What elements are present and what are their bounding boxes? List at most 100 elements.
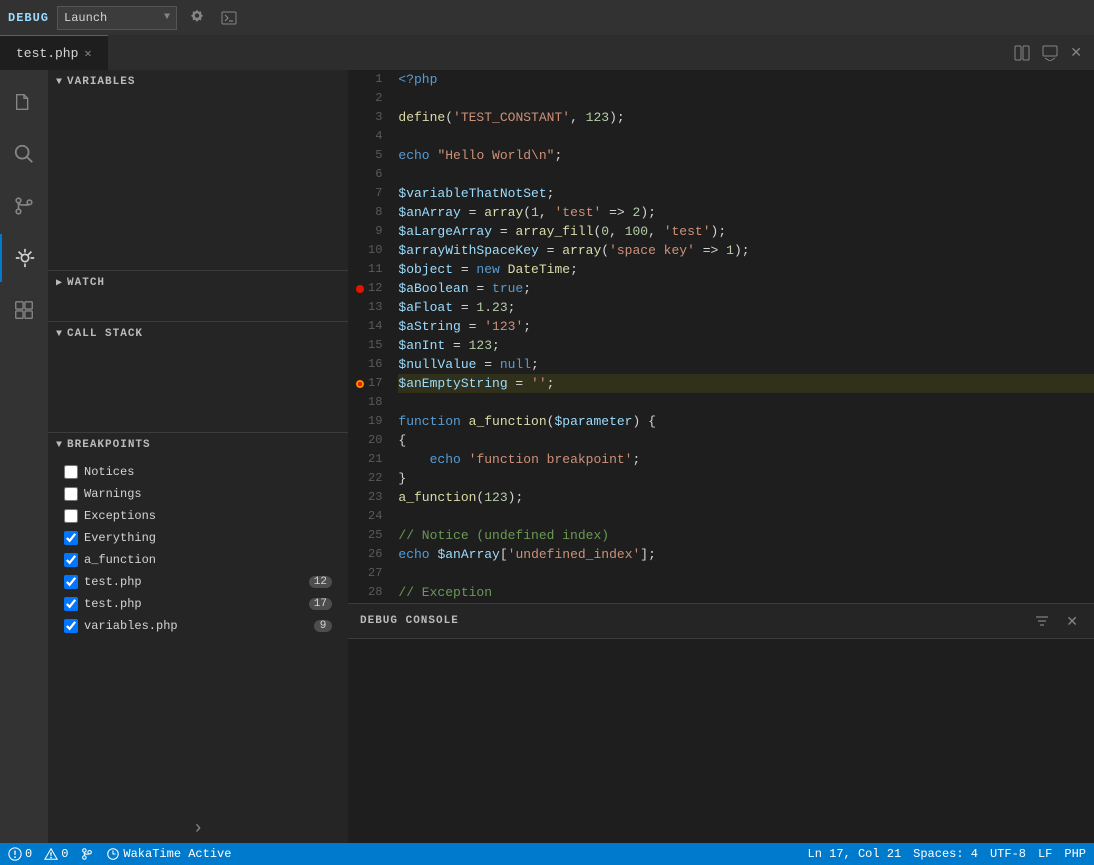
code-line-15[interactable]: $anInt = 123; xyxy=(398,336,1094,355)
breakpoint-checkbox-bp-warnings[interactable] xyxy=(64,487,78,501)
current-breakpoint-dot-17 xyxy=(356,380,364,388)
code-line-3[interactable]: define('TEST_CONSTANT', 123); xyxy=(398,108,1094,127)
launch-dropdown[interactable]: test.php Launch ▼ xyxy=(57,6,177,30)
watch-header[interactable]: ▶ WATCH xyxy=(48,271,348,295)
code-line-16[interactable]: $nullValue = null; xyxy=(398,355,1094,374)
activity-bar xyxy=(0,70,48,843)
code-line-12[interactable]: $aBoolean = true; xyxy=(398,279,1094,298)
activity-git[interactable] xyxy=(0,182,48,230)
code-line-8[interactable]: $anArray = array(1, 'test' => 2); xyxy=(398,203,1094,222)
status-language[interactable]: PHP xyxy=(1064,847,1086,861)
code-line-19[interactable]: function a_function($parameter) { xyxy=(398,412,1094,431)
code-line-27[interactable] xyxy=(398,564,1094,583)
code-line-26[interactable]: echo $anArray['undefined_index']; xyxy=(398,545,1094,564)
line-number-8: 8 xyxy=(356,203,382,222)
variables-header[interactable]: ▼ VARIABLES xyxy=(48,70,348,94)
code-line-25[interactable]: // Notice (undefined index) xyxy=(398,526,1094,545)
line-ending-label: LF xyxy=(1038,847,1052,861)
status-spaces[interactable]: Spaces: 4 xyxy=(913,847,978,861)
activity-debug[interactable] xyxy=(0,234,48,282)
line-number-10: 10 xyxy=(356,241,382,260)
console-title: DEBUG CONSOLE xyxy=(360,615,459,627)
breakpoint-checkbox-bp-notices[interactable] xyxy=(64,465,78,479)
console-actions: ✕ xyxy=(1030,611,1082,632)
code-line-5[interactable]: echo "Hello World\n"; xyxy=(398,146,1094,165)
callstack-label: CALL STACK xyxy=(67,328,143,340)
close-editor-button[interactable]: ✕ xyxy=(1066,42,1086,63)
breakpoint-label-bp-everything: Everything xyxy=(84,531,156,545)
line-number-14: 14 xyxy=(356,317,382,336)
code-line-22[interactable]: } xyxy=(398,469,1094,488)
status-warnings[interactable]: 0 xyxy=(44,847,68,861)
code-lines[interactable]: <?php define('TEST_CONSTANT', 123); echo… xyxy=(394,70,1094,603)
code-line-4[interactable] xyxy=(398,127,1094,146)
activity-files[interactable] xyxy=(0,78,48,126)
code-line-2[interactable] xyxy=(398,89,1094,108)
code-line-13[interactable]: $aFloat = 1.23; xyxy=(398,298,1094,317)
watch-label: WATCH xyxy=(67,277,105,289)
breakpoint-item-bp-testphp17: test.php17 xyxy=(48,593,348,615)
split-editor-icon xyxy=(1014,45,1030,61)
breakpoint-badge-bp-testphp12: 12 xyxy=(309,576,332,588)
watch-arrow-icon: ▶ xyxy=(56,277,63,289)
breakpoints-arrow-icon: ▼ xyxy=(56,440,63,451)
breakpoint-badge-bp-variablesphp: 9 xyxy=(314,620,332,632)
close-icon: ✕ xyxy=(1070,44,1082,61)
breakpoint-item-bp-variablesphp: variables.php 9 xyxy=(48,615,348,637)
console-filter-button[interactable] xyxy=(1030,611,1054,632)
split-editor-button[interactable] xyxy=(1010,43,1034,63)
activity-search[interactable] xyxy=(0,130,48,178)
status-line-ending[interactable]: LF xyxy=(1038,847,1052,861)
more-actions-button[interactable] xyxy=(1038,43,1062,63)
breakpoint-checkbox-bp-exceptions[interactable] xyxy=(64,509,78,523)
breakpoint-label-bp-variablesphp: variables.php xyxy=(84,619,178,633)
breakpoints-header[interactable]: ▼ BREAKPOINTS xyxy=(48,433,348,457)
breakpoint-checkbox-bp-everything[interactable] xyxy=(64,531,78,545)
code-line-10[interactable]: $arrayWithSpaceKey = array('space key' =… xyxy=(398,241,1094,260)
status-encoding[interactable]: UTF-8 xyxy=(990,847,1026,861)
line-number-6: 6 xyxy=(356,165,382,184)
line-number-19: 19 xyxy=(356,412,382,431)
code-line-20[interactable]: { xyxy=(398,431,1094,450)
code-line-9[interactable]: $aLargeArray = array_fill(0, 100, 'test'… xyxy=(398,222,1094,241)
console-close-button[interactable]: ✕ xyxy=(1062,611,1082,632)
breakpoint-checkbox-bp-variablesphp[interactable] xyxy=(64,619,78,633)
code-line-6[interactable] xyxy=(398,165,1094,184)
expand-more-button[interactable]: › xyxy=(48,815,348,843)
code-line-17[interactable]: $anEmptyString = ''; xyxy=(398,374,1094,393)
code-line-7[interactable]: $variableThatNotSet; xyxy=(398,184,1094,203)
close-icon: ✕ xyxy=(1066,613,1078,630)
line-number-9: 9 xyxy=(356,222,382,241)
activity-extensions[interactable] xyxy=(0,286,48,334)
status-errors[interactable]: 0 xyxy=(8,847,32,861)
code-line-23[interactable]: a_function(123); xyxy=(398,488,1094,507)
code-editor[interactable]: 1234567891011121314151617181920212223242… xyxy=(348,70,1094,603)
callstack-arrow-icon: ▼ xyxy=(56,329,63,340)
code-line-14[interactable]: $aString = '123'; xyxy=(398,317,1094,336)
breakpoint-checkbox-bp-testphp12[interactable] xyxy=(64,575,78,589)
status-wakatime[interactable]: WakaTime Active xyxy=(106,847,231,861)
debug-label: DEBUG xyxy=(8,11,49,25)
breakpoint-checkbox-bp-afunction[interactable] xyxy=(64,553,78,567)
code-line-1[interactable]: <?php xyxy=(398,70,1094,89)
line-number-24: 24 xyxy=(356,507,382,526)
debug-settings-button[interactable] xyxy=(185,8,209,28)
code-line-21[interactable]: echo 'function breakpoint'; xyxy=(398,450,1094,469)
language-label: PHP xyxy=(1064,847,1086,861)
console-body[interactable] xyxy=(348,639,1094,843)
code-line-24[interactable] xyxy=(398,507,1094,526)
status-position[interactable]: Ln 17, Col 21 xyxy=(808,847,902,861)
breakpoints-label: BREAKPOINTS xyxy=(67,439,151,451)
tab-close-icon[interactable]: ✕ xyxy=(84,46,91,61)
code-line-11[interactable]: $object = new DateTime; xyxy=(398,260,1094,279)
new-terminal-button[interactable] xyxy=(217,8,241,28)
status-git[interactable] xyxy=(80,847,94,861)
line-number-23: 23 xyxy=(356,488,382,507)
code-line-28[interactable]: // Exception xyxy=(398,583,1094,602)
breakpoint-label-bp-warnings: Warnings xyxy=(84,487,142,501)
code-line-18[interactable] xyxy=(398,393,1094,412)
callstack-header[interactable]: ▼ CALL STACK xyxy=(48,322,348,346)
callstack-section: ▼ CALL STACK xyxy=(48,322,348,432)
breakpoint-checkbox-bp-testphp17[interactable] xyxy=(64,597,78,611)
tab-testphp[interactable]: test.php ✕ xyxy=(0,35,108,70)
